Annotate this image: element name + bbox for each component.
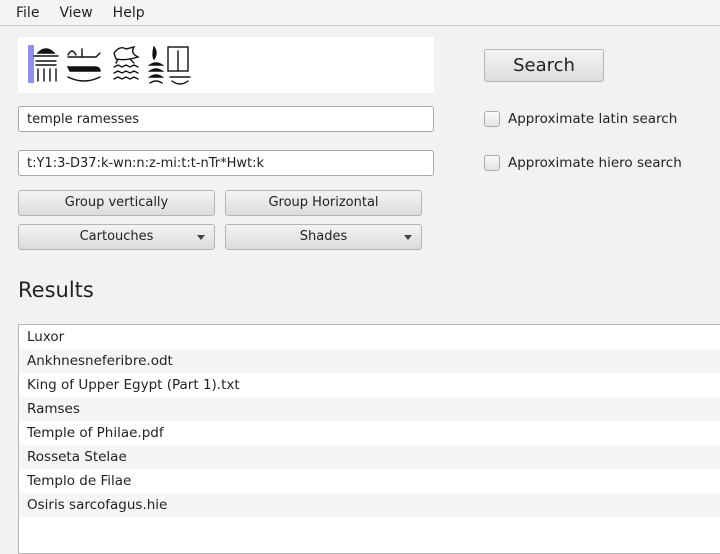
hiero-search-input[interactable] [18,150,434,176]
shades-label: Shades [299,229,348,244]
cartouches-label: Cartouches [79,229,154,244]
list-item[interactable]: Templo de Filae [19,469,720,493]
list-item[interactable]: Temple of Philae.pdf [19,421,720,445]
list-item[interactable]: King of Upper Egypt (Part 1).txt [19,373,720,397]
results-heading: Results [18,278,94,302]
list-item[interactable]: Ankhnesneferibre.odt [19,349,720,373]
menu-help[interactable]: Help [104,0,154,26]
latin-search-input[interactable] [18,106,434,132]
search-button[interactable]: Search [484,49,604,82]
chevron-down-icon [404,235,412,240]
list-item[interactable]: Rosseta Stelae [19,445,720,469]
menu-view[interactable]: View [50,0,101,26]
approx-latin-label: Approximate latin search [508,111,678,127]
approx-hiero-checkbox[interactable] [484,155,500,171]
list-item[interactable]: Osiris sarcofagus.hie [19,493,720,517]
list-item[interactable]: Ramses [19,397,720,421]
hieroglyph-preview[interactable] [18,37,434,93]
list-item[interactable]: Luxor [19,325,720,349]
approx-hiero-label: Approximate hiero search [508,155,682,171]
approx-latin-checkbox[interactable] [484,111,500,127]
shades-dropdown[interactable]: Shades [225,224,422,250]
approx-latin-option[interactable]: Approximate latin search [484,109,677,129]
results-list[interactable]: Luxor Ankhnesneferibre.odt King of Upper… [18,324,720,554]
cartouches-dropdown[interactable]: Cartouches [18,224,215,250]
approx-hiero-option[interactable]: Approximate hiero search [484,153,682,173]
group-horizontal-button[interactable]: Group Horizontal [225,190,422,216]
menu-file[interactable]: File [7,0,48,26]
group-vertically-button[interactable]: Group vertically [18,190,215,216]
chevron-down-icon [197,235,205,240]
hieroglyph-glyphs-icon [33,45,191,85]
menu-bar: File View Help [0,0,720,26]
